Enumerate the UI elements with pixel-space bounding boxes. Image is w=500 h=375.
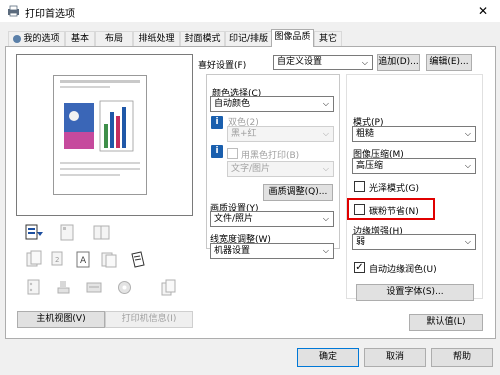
- quality-adjust-button[interactable]: 画质调整(Q)...: [263, 184, 333, 201]
- tab-stamp-composition[interactable]: 印记/排版: [225, 31, 272, 46]
- tab-cover-mode[interactable]: 封面模式: [180, 31, 225, 46]
- color-select[interactable]: 自动颜色 ⌵: [210, 96, 334, 112]
- chevron-down-icon: ⌵: [322, 214, 329, 223]
- help-button[interactable]: 帮助: [431, 348, 493, 367]
- paper-tray-icon: [86, 282, 102, 293]
- tab-finishing[interactable]: 排纸处理: [133, 31, 180, 46]
- tab-layout[interactable]: 布局: [95, 31, 133, 46]
- black-print-select[interactable]: 文字/图片 ⌵: [227, 161, 334, 177]
- info-icon: i: [211, 116, 223, 129]
- favorites-label: 喜好设置(F): [198, 61, 247, 71]
- main-view-button[interactable]: 主机视图(V): [17, 311, 105, 328]
- output-tray-icon: [25, 224, 43, 240]
- close-icon[interactable]: ✕: [474, 3, 492, 19]
- svg-text:2: 2: [55, 256, 59, 264]
- dual-color-select[interactable]: 黑+红 ⌵: [227, 126, 334, 142]
- staple-icon: [60, 224, 74, 241]
- tab-my-options[interactable]: 我的选项: [8, 31, 65, 46]
- black-print-checkbox[interactable]: [227, 148, 238, 159]
- chevron-down-icon: ⌵: [464, 161, 471, 170]
- slanted-pages-icon: [131, 251, 145, 268]
- tab-image-quality[interactable]: 图像品质: [271, 29, 314, 47]
- black-print-label: 用黑色打印(B): [241, 151, 300, 161]
- copy-set-icon: [101, 252, 117, 268]
- tab-other[interactable]: 其它: [314, 31, 342, 46]
- window-title: 打印首选项: [25, 9, 75, 20]
- mode-select[interactable]: 粗糙 ⌵: [352, 126, 476, 142]
- preview-page-image: [53, 75, 147, 195]
- booklet-icon: [93, 225, 110, 240]
- svg-text:A: A: [80, 256, 87, 266]
- stamp-icon: [57, 281, 70, 294]
- duplex-icon: [26, 250, 42, 267]
- checkmark-icon: ✓: [355, 262, 364, 273]
- gear-icon: [118, 281, 131, 294]
- tab-basic[interactable]: 基本: [65, 31, 95, 46]
- image-quality-select[interactable]: 文件/照片 ⌵: [210, 211, 334, 227]
- auto-trapping-label: 自动边缘润色(U): [369, 265, 437, 275]
- gloss-mode-label: 光泽模式(G): [369, 184, 419, 194]
- cancel-button[interactable]: 取消: [364, 348, 426, 367]
- printer-settings-icon: [8, 5, 19, 17]
- set-fonts-button[interactable]: 设置字体(S)...: [356, 284, 474, 301]
- chevron-down-icon: ⌵: [464, 129, 471, 138]
- chevron-down-icon: ⌵: [322, 164, 329, 173]
- highlight-box: [347, 198, 435, 220]
- add-favorite-button[interactable]: 追加(D)...: [377, 54, 420, 71]
- title-bar: 打印首选项 ✕: [0, 0, 500, 22]
- chevron-down-icon: ⌵: [464, 237, 471, 246]
- edge-enhance-select[interactable]: 弱 ⌵: [352, 234, 476, 250]
- punch-icon: [27, 279, 40, 295]
- default-button[interactable]: 默认值(L): [409, 314, 483, 331]
- page-order-icon: 2: [51, 251, 63, 266]
- favorites-select[interactable]: 自定义设置 ⌵: [273, 55, 373, 70]
- chevron-down-icon: ⌵: [322, 129, 329, 138]
- line-width-select[interactable]: 机器设置 ⌵: [210, 243, 334, 259]
- copies-icon: [161, 279, 176, 296]
- user-icon: [13, 34, 22, 43]
- gloss-mode-checkbox[interactable]: [354, 181, 365, 192]
- info-icon: i: [211, 145, 223, 158]
- chevron-down-icon: ⌵: [322, 246, 329, 255]
- chevron-down-icon: ⌵: [361, 58, 368, 67]
- edit-favorite-button[interactable]: 编辑(E)...: [426, 54, 472, 71]
- ok-button[interactable]: 确定: [297, 348, 359, 367]
- chevron-down-icon: ⌵: [322, 99, 329, 108]
- printer-info-button[interactable]: 打印机信息(I): [105, 311, 193, 328]
- text-page-icon: A: [76, 251, 90, 268]
- compression-select[interactable]: 高压缩 ⌵: [352, 158, 476, 174]
- auto-trapping-checkbox[interactable]: ✓: [354, 262, 365, 273]
